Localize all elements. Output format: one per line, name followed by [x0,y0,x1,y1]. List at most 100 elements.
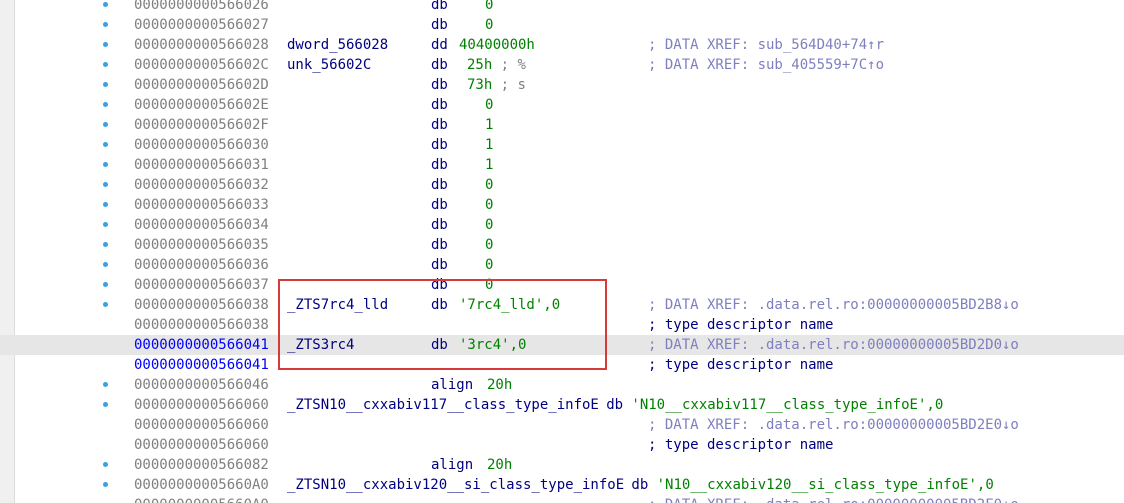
address[interactable]: 0000000000566041 [134,335,269,355]
address[interactable]: 0000000000566060 [134,435,269,455]
listing: 0000000000566026 db 0 0000000000566027 db 0 00… [0,0,1124,503]
operand[interactable]: 0 [485,215,493,235]
operand[interactable]: '3rc4',0 [459,335,526,355]
symbol-name[interactable]: _ZTS3rc4 [287,335,354,355]
listing-line[interactable]: 0000000000566041 ; type descriptor name [0,355,1124,375]
address[interactable]: 0000000000566032 [134,175,269,195]
address[interactable]: 0000000000566026 [134,0,269,15]
listing-line[interactable]: 0000000000566060 ; type descriptor name [0,435,1124,455]
comment: ; type descriptor name [648,437,834,453]
xref-comment[interactable]: ; DATA XREF: .data.rel.ro:00000000005BD2… [648,415,1019,435]
address[interactable]: 0000000000566033 [134,195,269,215]
address[interactable]: 0000000000566030 [134,135,269,155]
listing-line[interactable]: 000000000056602F db 1 [0,115,1124,135]
operand[interactable]: 20h [487,455,512,475]
address[interactable]: 0000000000566038 [134,315,269,335]
operand[interactable]: 0 [485,195,493,215]
listing-line[interactable]: 0000000000566035 db 0 [0,235,1124,255]
listing-line[interactable]: 0000000000566033 db 0 [0,195,1124,215]
symbol-name[interactable]: dword_566028 [287,35,388,55]
address[interactable]: 000000000056602F [134,115,269,135]
operand[interactable]: 0 [485,95,493,115]
address[interactable]: 000000000056602C [134,55,269,75]
address[interactable]: 000000000056602E [134,95,269,115]
address[interactable]: 0000000000566034 [134,215,269,235]
operand[interactable]: 1 [485,115,493,135]
address[interactable]: 0000000000566082 [134,455,269,475]
symbol-name[interactable]: unk_56602C [287,55,371,75]
xref-comment[interactable]: ; DATA XREF: .data.rel.ro:00000000005BD2… [648,495,1019,503]
address[interactable]: 0000000000566035 [134,235,269,255]
symbol-name[interactable]: _ZTS7rc4_lld [287,295,388,315]
operand[interactable]: 20h [487,375,512,395]
mnemonic: db [431,77,448,93]
address[interactable]: 0000000000566037 [134,275,269,295]
listing-line[interactable]: 0000000000566036 db 0 [0,255,1124,275]
listing-line[interactable]: 000000000056602E db 0 [0,95,1124,115]
listing-line[interactable]: 0000000000566034 db 0 [0,215,1124,235]
operand[interactable]: 'N10__cxxabiv120__si_class_type_infoE',0 [657,475,994,495]
operand[interactable]: 25h [467,55,492,75]
listing-line[interactable]: 0000000000566046 align 20h [0,375,1124,395]
operand[interactable]: 'N10__cxxabiv117__class_type_infoE',0 [631,395,943,415]
operand[interactable]: 1 [485,135,493,155]
operand[interactable]: 0 [485,175,493,195]
listing-line[interactable]: 0000000000566041 _ZTS3rc4 db '3rc4',0 ; DATA… [0,335,1124,355]
mnemonic: db [431,337,448,353]
operand[interactable]: '7rc4_lld',0 [459,295,560,315]
comment: ; type descriptor name [648,357,834,373]
operand[interactable]: 0 [485,235,493,255]
mnemonic: db [431,0,448,13]
operand[interactable]: 0 [485,275,493,295]
operand[interactable]: 73h [467,75,492,95]
address[interactable]: 0000000000566046 [134,375,269,395]
xref-comment[interactable]: ; DATA XREF: sub_564D40+74↑r [648,35,884,55]
mnemonic: db [431,57,448,73]
address[interactable]: 0000000000566041 [134,355,269,375]
listing-line[interactable]: 00000000005660A0 ; DATA XREF: .data.rel.r… [0,495,1124,503]
inline-comment: ; % [500,57,526,73]
mnemonic: db [631,477,649,493]
listing-line[interactable]: 0000000000566060 ; DATA XREF: .data.rel.r… [0,415,1124,435]
inline-comment: ; s [500,77,526,93]
listing-line[interactable]: 0000000000566038 ; type descriptor name [0,315,1124,335]
address[interactable]: 000000000056602D [134,75,269,95]
operand[interactable]: 40400000h [459,35,535,55]
listing-line[interactable]: 0000000000566030 db 1 [0,135,1124,155]
listing-line[interactable]: 0000000000566031 db 1 [0,155,1124,175]
listing-line[interactable]: 00000000005660A0 _ZTSN10__cxxabiv120__si_… [0,475,1124,495]
listing-line[interactable]: 0000000000566027 db 0 [0,15,1124,35]
mnemonic: db [431,157,448,173]
operand[interactable]: 0 [485,0,493,15]
address[interactable]: 0000000000566038 [134,295,269,315]
comment: ; type descriptor name [648,317,834,333]
address[interactable]: 0000000000566028 [134,35,269,55]
listing-line[interactable]: 0000000000566032 db 0 [0,175,1124,195]
address[interactable]: 0000000000566027 [134,15,269,35]
listing-line[interactable]: 0000000000566026 db 0 [0,0,1124,15]
xref-comment[interactable]: ; DATA XREF: sub_405559+7C↑o [648,55,884,75]
operand[interactable]: 0 [485,255,493,275]
mnemonic: db [431,297,448,313]
listing-line[interactable]: 0000000000566028 dword_566028 dd 40400000h;… [0,35,1124,55]
listing-line[interactable]: 000000000056602D db 73h ; s [0,75,1124,95]
address[interactable]: 0000000000566060 [134,415,269,435]
address[interactable]: 0000000000566060 [134,395,269,415]
symbol-name[interactable]: _ZTSN10__cxxabiv120__si_class_type_infoE [287,475,624,495]
listing-line[interactable]: 0000000000566082 align 20h [0,455,1124,475]
xref-comment[interactable]: ; DATA XREF: .data.rel.ro:00000000005BD2… [648,295,1019,315]
operand[interactable]: 1 [485,155,493,175]
address[interactable]: 0000000000566031 [134,155,269,175]
mnemonic: db [431,117,448,133]
listing-line[interactable]: 0000000000566038 _ZTS7rc4_lld db '7rc4_lld'… [0,295,1124,315]
symbol-name[interactable]: _ZTSN10__cxxabiv117__class_type_infoE [287,395,599,415]
xref-comment[interactable]: ; DATA XREF: .data.rel.ro:00000000005BD2… [648,335,1019,355]
address[interactable]: 00000000005660A0 [134,495,269,503]
operand[interactable]: 0 [485,15,493,35]
listing-line[interactable]: 0000000000566060 _ZTSN10__cxxabiv117__cla… [0,395,1124,415]
address[interactable]: 0000000000566036 [134,255,269,275]
listing-line[interactable]: 0000000000566037 db 0 [0,275,1124,295]
listing-line[interactable]: 000000000056602C unk_56602C db 25h ; % ; DATA… [0,55,1124,75]
address[interactable]: 00000000005660A0 [134,475,269,495]
mnemonic: db [431,217,448,233]
